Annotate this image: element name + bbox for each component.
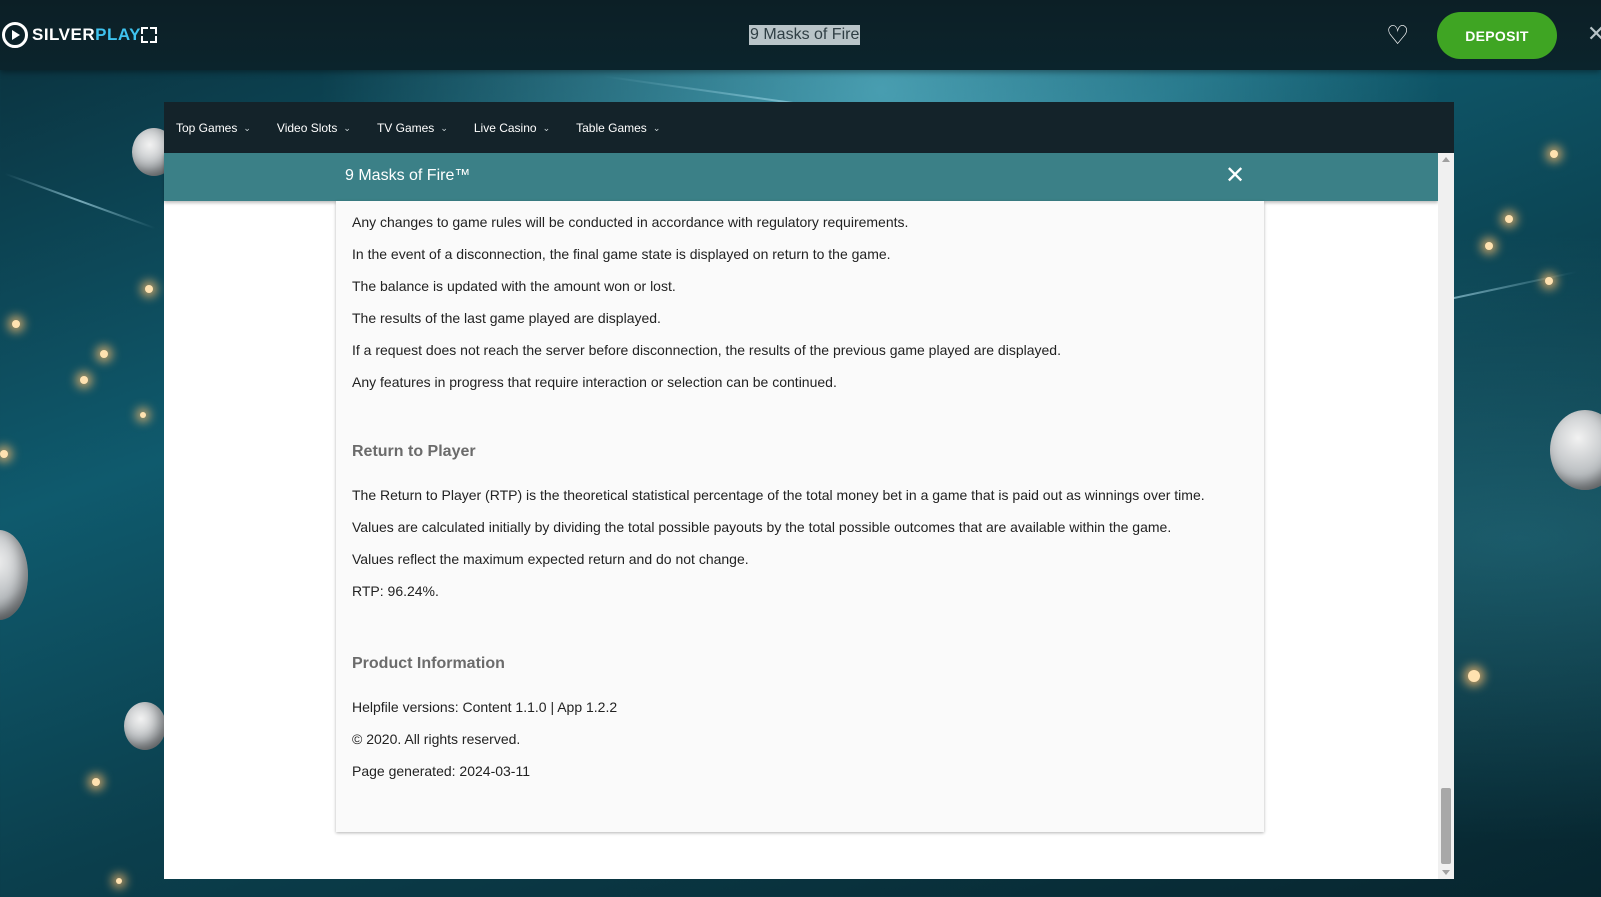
game-category-nav: Top Games ⌄ Video Slots ⌄ TV Games ⌄ Live C… — [164, 102, 1454, 153]
spark — [100, 350, 108, 358]
scroll-thumb[interactable] — [1441, 788, 1451, 864]
spark — [1468, 670, 1480, 682]
silverplay-logo[interactable]: SILVERPLAY — [2, 22, 141, 48]
light-streak — [4, 172, 156, 230]
rule-line: The balance is updated with the amount w… — [352, 278, 676, 294]
spark — [1505, 215, 1513, 223]
favorite-heart-icon[interactable]: ♡ — [1386, 22, 1409, 48]
deposit-button[interactable]: DEPOSIT — [1437, 12, 1557, 59]
rule-line: Any changes to game rules will be conduc… — [352, 214, 909, 230]
rule-line: In the event of a disconnection, the fin… — [352, 246, 891, 262]
rtp-line: Values reflect the maximum expected retu… — [352, 551, 749, 567]
rtp-line: The Return to Player (RTP) is the theore… — [352, 487, 1205, 503]
coin-decoration — [124, 702, 166, 750]
nav-item-table-games[interactable]: Table Games ⌄ — [576, 121, 660, 135]
chevron-down-icon: ⌄ — [440, 123, 448, 133]
rtp-line: Values are calculated initially by divid… — [352, 519, 1172, 535]
scroll-down-arrow-icon[interactable] — [1442, 870, 1450, 875]
nav-item-video-slots[interactable]: Video Slots ⌄ — [277, 121, 351, 135]
scroll-up-arrow-icon[interactable] — [1442, 157, 1450, 162]
nav-item-tv-games[interactable]: TV Games ⌄ — [377, 121, 448, 135]
rule-line: If a request does not reach the server b… — [352, 342, 1061, 358]
spark — [0, 450, 8, 458]
game-info-modal: Top Games ⌄ Video Slots ⌄ TV Games ⌄ Live C… — [164, 102, 1454, 879]
product-line: © 2020. All rights reserved. — [352, 731, 521, 747]
close-game-icon[interactable]: ✕ — [1587, 22, 1601, 46]
play-logo-icon — [2, 22, 28, 48]
top-bar: SILVERPLAY 9 Masks of Fire ♡ DEPOSIT ✕ — [0, 0, 1601, 70]
spark — [140, 412, 146, 418]
modal-header: 9 Masks of Fire™ ✕ — [164, 153, 1438, 201]
coin-decoration — [1550, 410, 1601, 490]
spark — [1485, 242, 1493, 250]
rtp-heading: Return to Player — [352, 443, 476, 460]
spark — [116, 878, 122, 884]
rule-line: Any features in progress that require in… — [352, 374, 837, 390]
product-line: Helpfile versions: Content 1.1.0 | App 1… — [352, 699, 618, 715]
spark — [1550, 150, 1558, 158]
spark — [92, 778, 100, 786]
nav-item-top-games[interactable]: Top Games ⌄ — [176, 121, 251, 135]
chevron-down-icon: ⌄ — [652, 123, 661, 133]
rule-line: The results of the last game played are … — [352, 310, 661, 326]
spark — [145, 285, 153, 293]
modal-close-icon[interactable]: ✕ — [1222, 163, 1248, 189]
product-info-heading: Product Information — [352, 655, 505, 672]
modal-scrollbar[interactable] — [1438, 153, 1454, 879]
coin-decoration — [0, 530, 28, 620]
product-line: Page generated: 2024-03-11 — [352, 763, 530, 779]
chevron-down-icon: ⌄ — [542, 123, 551, 133]
chevron-down-icon: ⌄ — [343, 123, 351, 133]
fullscreen-icon[interactable] — [141, 27, 157, 43]
spark — [12, 320, 20, 328]
logo-text: SILVERPLAY — [32, 25, 141, 44]
nav-item-live-casino[interactable]: Live Casino ⌄ — [474, 121, 550, 135]
chevron-down-icon: ⌄ — [243, 123, 251, 133]
game-title: 9 Masks of Fire — [749, 25, 861, 45]
spark — [80, 376, 88, 384]
rtp-value: RTP: 96.24%. — [352, 583, 439, 599]
modal-title: 9 Masks of Fire™ — [345, 167, 471, 184]
spark — [1545, 277, 1553, 285]
help-content-card: Any changes to game rules will be conduc… — [336, 201, 1264, 832]
